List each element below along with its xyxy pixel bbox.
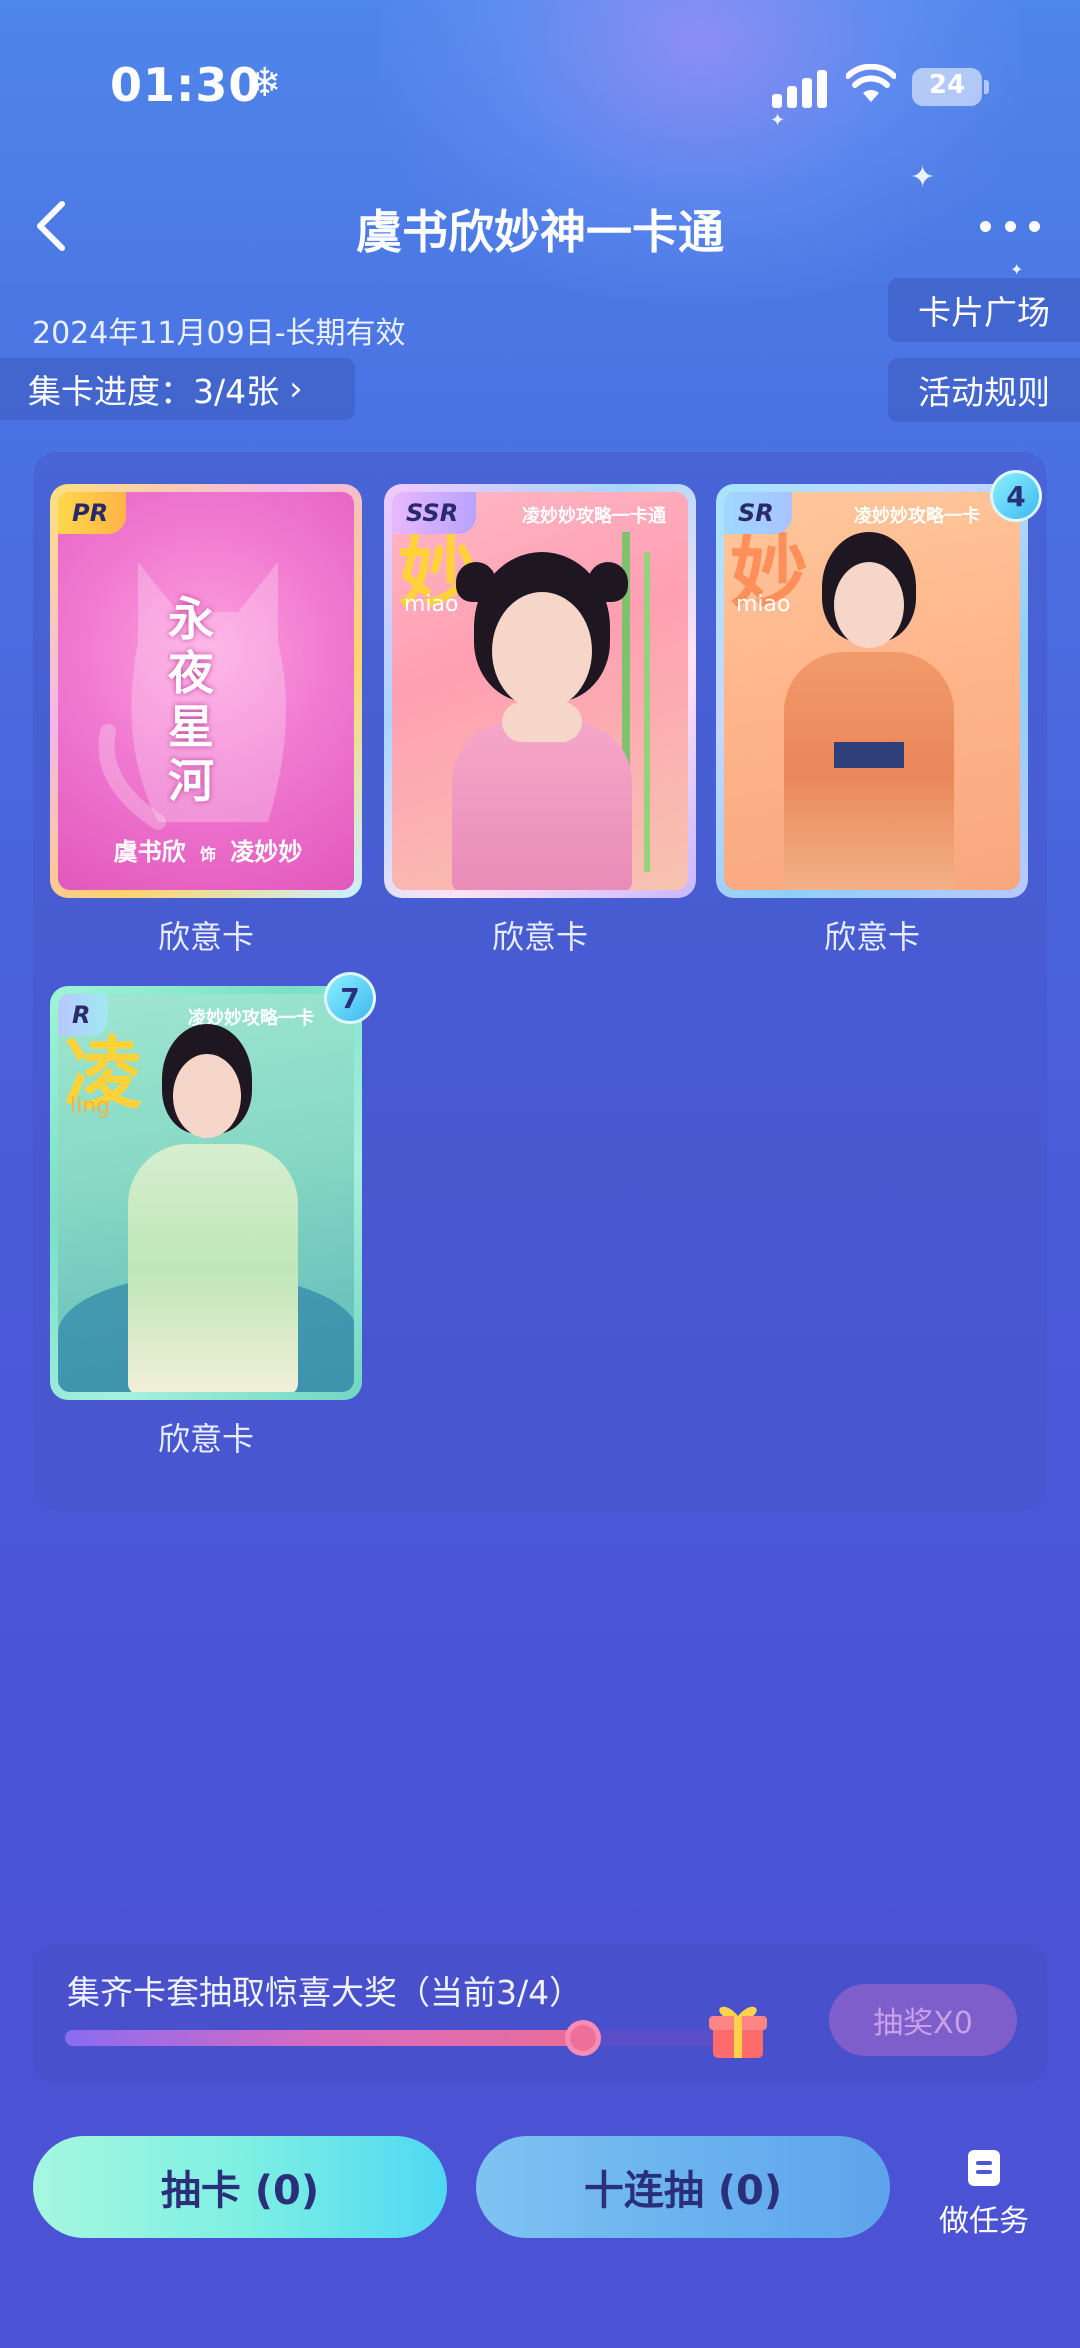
card-item[interactable]: 妙 miao 凌妙妙攻略一卡 SR: [716, 484, 1028, 898]
card-count-badge: 7: [324, 972, 376, 1024]
rarity-badge: SR: [724, 492, 792, 534]
collection-progress-label: 集卡进度：3/4张: [28, 372, 280, 411]
card-item[interactable]: 凌 ling 凌妙妙攻略一卡 R: [50, 986, 362, 1400]
card-series-text: 凌妙妙攻略一卡: [854, 506, 980, 527]
page-title: 虞书欣妙神一卡通: [356, 205, 724, 259]
gift-box-icon: [709, 2006, 767, 2058]
rarity-badge: SSR: [392, 492, 477, 534]
card-item[interactable]: 妙 miao 凌妙妙攻略一卡通 SSR: [384, 484, 696, 898]
card-label: 欣意卡: [491, 918, 588, 956]
card-label: 欣意卡: [823, 918, 920, 956]
draw-card-button[interactable]: 抽卡 (0): [33, 2136, 447, 2238]
card-label: 欣意卡: [157, 918, 254, 956]
portrait-figure: [118, 1024, 308, 1392]
chevron-right-icon: ›: [289, 369, 303, 409]
snowflake-icon: ❄: [248, 60, 282, 106]
collection-progress-button[interactable]: 集卡进度：3/4张 ›: [0, 358, 355, 420]
card-art: 凌 ling 凌妙妙攻略一卡: [58, 994, 354, 1392]
ten-draw-button[interactable]: 十连抽 (0): [476, 2136, 890, 2238]
battery-level: 24: [928, 70, 966, 100]
do-tasks-button[interactable]: 做任务: [924, 2148, 1044, 2248]
status-time: 01:30: [110, 58, 262, 112]
prize-progress-knob: [564, 2020, 601, 2056]
prize-progress-bar: [65, 2020, 755, 2056]
card-count-badge: 4: [990, 470, 1042, 522]
card-label: 欣意卡: [157, 1420, 254, 1458]
cellular-signal-icon: [772, 68, 828, 108]
portrait-figure: [774, 532, 964, 890]
card-cast-names: 虞书欣 饰 凌妙妙: [113, 838, 303, 866]
card-item[interactable]: 永夜星河 虞书欣 饰 凌妙妙 PR: [50, 484, 362, 898]
cast-name: 虞书欣: [113, 838, 186, 866]
wifi-icon: [846, 64, 896, 102]
sparkle-icon: ✦: [1010, 260, 1024, 279]
portrait-figure: [432, 552, 652, 890]
do-tasks-label: 做任务: [939, 2204, 1029, 2239]
rarity-badge: R: [58, 994, 109, 1036]
card-series-text: 凌妙妙攻略一卡通: [522, 506, 666, 527]
card-square-button[interactable]: 卡片广场: [888, 278, 1080, 342]
validity-date: 2024年11月09日-长期有效: [32, 316, 406, 351]
card-title-text: 永夜星河: [168, 592, 214, 808]
more-options-icon[interactable]: [980, 214, 1040, 238]
cast-name: 凌妙妙: [230, 838, 303, 866]
task-list-icon: [968, 2150, 1000, 2186]
activity-rules-button[interactable]: 活动规则: [888, 358, 1080, 422]
pinyin-text: ling: [70, 1094, 111, 1119]
prize-panel: 集齐卡套抽取惊喜大奖（当前3/4） 抽奖X0: [33, 1946, 1047, 2084]
status-bar: 01:30 ❄ 24: [0, 0, 1080, 180]
card-art: 妙 miao 凌妙妙攻略一卡通: [392, 492, 688, 890]
lottery-button[interactable]: 抽奖X0: [829, 1984, 1017, 2056]
rarity-badge: PR: [58, 492, 127, 534]
prize-progress-fill: [65, 2030, 583, 2046]
battery-nub: [984, 80, 989, 94]
card-art: 妙 miao 凌妙妙攻略一卡: [724, 492, 1020, 890]
card-art: 永夜星河 虞书欣 饰 凌妙妙: [58, 492, 354, 890]
prize-title: 集齐卡套抽取惊喜大奖（当前3/4）: [67, 1973, 583, 2012]
battery-icon: 24: [912, 68, 982, 106]
